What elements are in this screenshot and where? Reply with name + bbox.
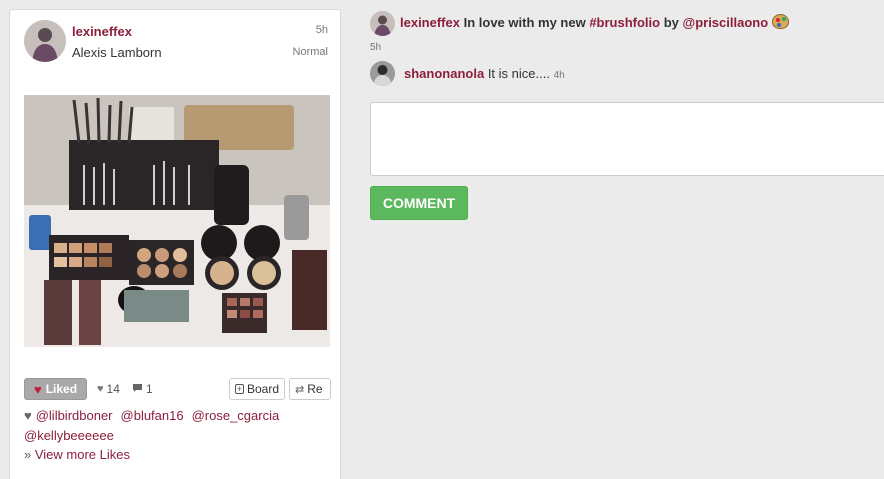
comment-body: It is nice....: [487, 66, 550, 81]
post-username[interactable]: lexineffex: [72, 24, 132, 39]
speech-bubble-icon: [132, 383, 143, 396]
likes-count-value: 14: [106, 382, 120, 396]
view-more-label: View more Likes: [34, 447, 130, 462]
hashtag-link[interactable]: #brushfolio: [589, 15, 660, 30]
board-label: Board: [246, 382, 279, 396]
mention-link[interactable]: @priscillaono: [683, 15, 769, 30]
board-button[interactable]: + Board: [229, 378, 285, 400]
caption-by: by: [663, 15, 679, 30]
heart-icon: ♥: [24, 408, 32, 423]
post-time: 5h: [315, 24, 328, 36]
liked-label: Liked: [45, 382, 78, 396]
likers-list: ♥ @lilbirdboner @blufan16 @rose_cgarcia @kel…: [24, 406, 330, 446]
commenter-avatar[interactable]: [370, 61, 395, 86]
heart-icon: ♥: [33, 381, 42, 397]
caption-username[interactable]: lexineffex: [400, 15, 460, 30]
heart-icon: ♥: [97, 383, 104, 395]
user-avatar[interactable]: [24, 20, 66, 62]
raquo-icon: »: [24, 447, 32, 462]
comment-textarea[interactable]: [370, 102, 884, 176]
palette-icon: [771, 14, 789, 29]
plus-box-icon: +: [235, 384, 244, 394]
post-card: lexineffex Alexis Lamborn 5h Normal ♥ Li…: [9, 9, 341, 479]
repin-icon: ⇄: [295, 383, 305, 396]
liker-link[interactable]: @rose_cgarcia: [192, 408, 280, 423]
repin-button[interactable]: ⇄ Re: [289, 378, 331, 400]
liked-button[interactable]: ♥ Liked: [24, 378, 87, 400]
post-status: Normal: [292, 46, 328, 58]
view-more-likes-link[interactable]: » View more Likes: [24, 447, 130, 462]
likes-count: ♥ 14: [97, 382, 120, 396]
post-full-name: Alexis Lamborn: [72, 45, 162, 60]
comment-username[interactable]: shanonanola: [404, 66, 484, 81]
caption-text: lexineffex In love with my new #brushfol…: [400, 14, 789, 30]
comments-count: 1: [132, 382, 153, 396]
liker-link[interactable]: @blufan16: [121, 408, 184, 423]
post-photo[interactable]: [24, 95, 330, 347]
caption-avatar[interactable]: [370, 11, 395, 36]
liker-link[interactable]: @kellybeeeeee: [24, 428, 114, 443]
caption-time: 5h: [370, 42, 382, 53]
liker-link[interactable]: @lilbirdboner: [36, 408, 113, 423]
comment-text: shanonanola It is nice.... 4h: [404, 66, 565, 81]
comment-button[interactable]: COMMENT: [370, 186, 468, 220]
comment-time: 4h: [553, 70, 565, 81]
post-actions: ♥ Liked ♥ 14 1 + Board ⇄ Re: [24, 378, 331, 400]
comments-count-value: 1: [146, 382, 153, 396]
repin-label: Re: [307, 382, 323, 396]
caption-body: In love with my new: [463, 15, 586, 30]
